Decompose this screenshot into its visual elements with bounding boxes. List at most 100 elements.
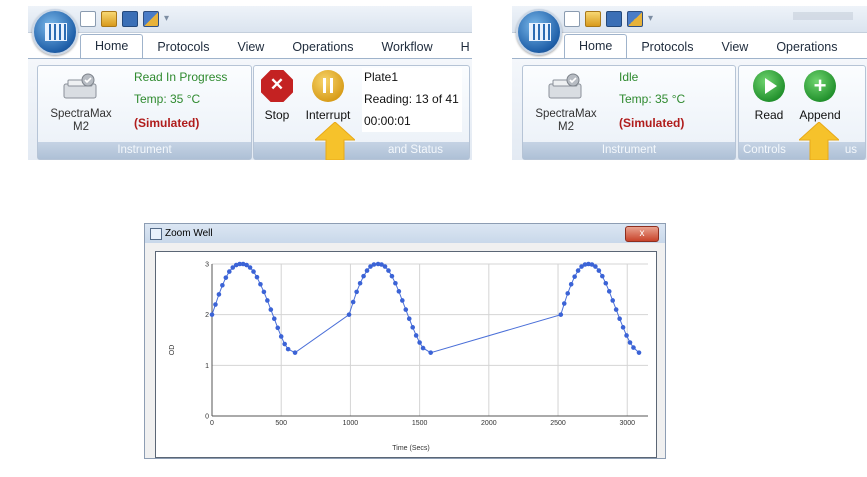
append-button[interactable]: + Append: [795, 70, 845, 122]
instrument-name-line2: M2: [558, 121, 574, 133]
instrument-group: SpectraMax M2 Read In Progress Temp: 35 …: [37, 65, 252, 160]
plot-area: 0 500 1000 1500 2000 2500 3000 0 1 2 3 Time (Secs)…: [155, 251, 657, 458]
x-tick-label: 0: [210, 420, 214, 427]
window-title-bar: Zoom Well x: [145, 224, 665, 243]
tab-home[interactable]: Home: [564, 34, 628, 58]
x-tick-label: 1500: [412, 420, 428, 427]
data-point: [596, 268, 602, 273]
data-point: [606, 289, 612, 294]
data-point: [617, 316, 622, 322]
data-point: [213, 302, 218, 307]
data-point: [396, 289, 402, 294]
x-axis-label: Time (Secs): [392, 445, 429, 452]
settings-tool-icon[interactable]: [627, 11, 643, 27]
x-tick-label: 3000: [619, 420, 635, 427]
instrument-icon[interactable]: [545, 72, 585, 102]
instrument-name-line2: M2: [73, 121, 89, 133]
data-point: [223, 275, 229, 280]
data-point: [285, 346, 291, 352]
data-point: [271, 316, 277, 322]
open-folder-icon[interactable]: [101, 11, 117, 27]
data-point: [361, 273, 366, 279]
y-tick-label: 1: [205, 363, 209, 370]
data-point: [603, 280, 609, 286]
tab-workflow[interactable]: Workflow: [367, 36, 446, 58]
tab-operations[interactable]: Operations: [762, 36, 851, 58]
quick-access-toolbar: ▾: [564, 10, 658, 28]
y-tick-label: 3: [205, 262, 209, 269]
customize-dropdown-icon[interactable]: ▾: [648, 14, 658, 24]
stop-button[interactable]: ✕ Stop: [260, 70, 294, 122]
data-point: [561, 301, 567, 306]
controls-group-title-right: us: [844, 144, 857, 156]
data-point: [403, 307, 409, 312]
data-point: [247, 265, 253, 270]
tab-protocols[interactable]: Protocols: [143, 36, 223, 58]
controls-status-group: ✕ Stop Interrupt Plate1 Reading: 13 of 4…: [253, 65, 470, 160]
data-point: [382, 264, 388, 269]
data-point: [593, 264, 598, 269]
instrument-icon[interactable]: [60, 72, 100, 102]
x-tick-label: 1000: [343, 420, 359, 427]
instrument-name: SpectraMax M2: [40, 108, 122, 134]
data-point: [636, 350, 642, 355]
axes: [211, 264, 648, 417]
tab-view[interactable]: View: [707, 36, 762, 58]
instrument-group: SpectraMax M2 Idle Temp: 35 °C (Simulate…: [522, 65, 736, 160]
elapsed-time: 00:00:01: [364, 114, 411, 128]
plate-grid-icon: [529, 23, 551, 41]
new-document-icon[interactable]: [564, 11, 580, 27]
reading-progress: Reading: 13 of 41: [364, 92, 459, 106]
data-point: [220, 282, 225, 288]
tab-protocols[interactable]: Protocols: [627, 36, 707, 58]
data-point: [610, 298, 616, 303]
read-button[interactable]: Read: [749, 70, 789, 122]
interrupt-button[interactable]: Interrupt: [302, 70, 354, 122]
data-point: [261, 289, 267, 295]
tab-operations[interactable]: Operations: [278, 36, 367, 58]
tab-help[interactable]: H: [447, 36, 472, 58]
data-point: [354, 289, 359, 295]
interrupt-label: Interrupt: [305, 108, 351, 122]
instrument-name: SpectraMax M2: [525, 108, 607, 134]
customize-dropdown-icon[interactable]: ▾: [164, 14, 174, 24]
tab-home[interactable]: Home: [80, 34, 144, 58]
play-icon: [753, 70, 785, 102]
plate-grid-icon: [45, 23, 67, 41]
plate-info-panel: Plate1 Reading: 13 of 41 00:00:01: [362, 68, 462, 132]
od-time-chart: 0 500 1000 1500 2000 2500 3000 0 1 2 3 Time (Secs)…: [169, 261, 648, 452]
data-point: [631, 345, 636, 350]
data-points: [209, 261, 642, 355]
open-folder-icon[interactable]: [585, 11, 601, 27]
new-document-icon[interactable]: [80, 11, 96, 27]
instrument-group-title: Instrument: [523, 142, 735, 159]
tab-view[interactable]: View: [223, 36, 278, 58]
window-icon: [150, 228, 162, 240]
data-point: [393, 280, 398, 286]
data-point: [357, 280, 363, 286]
grid: [211, 263, 648, 417]
data-point: [400, 298, 405, 303]
settings-tool-icon[interactable]: [143, 11, 159, 27]
save-icon[interactable]: [122, 11, 138, 27]
pause-icon: [312, 70, 344, 102]
data-point: [251, 269, 256, 274]
simulated-mode-label: (Simulated): [619, 116, 685, 130]
instrument-state: Read In Progress: [134, 70, 228, 84]
data-point: [282, 341, 287, 347]
y-tick-label: 2: [205, 312, 209, 319]
data-point: [258, 281, 263, 287]
data-point: [278, 334, 284, 339]
data-point: [386, 268, 391, 273]
application-menu-button[interactable]: [516, 9, 562, 55]
application-menu-button[interactable]: [32, 9, 78, 55]
save-icon[interactable]: [606, 11, 622, 27]
close-button[interactable]: x: [625, 226, 659, 242]
ribbon-idle: ▾ Home Protocols View Operations Spectra…: [512, 6, 867, 160]
ribbon-body: SpectraMax M2 Read In Progress Temp: 35 …: [28, 58, 472, 160]
blurred-title-text: [793, 12, 853, 20]
data-point: [613, 307, 619, 312]
ribbon-tabs: Home Protocols View Operations Workflow …: [80, 34, 472, 58]
data-point: [209, 312, 215, 317]
data-point: [350, 299, 356, 305]
